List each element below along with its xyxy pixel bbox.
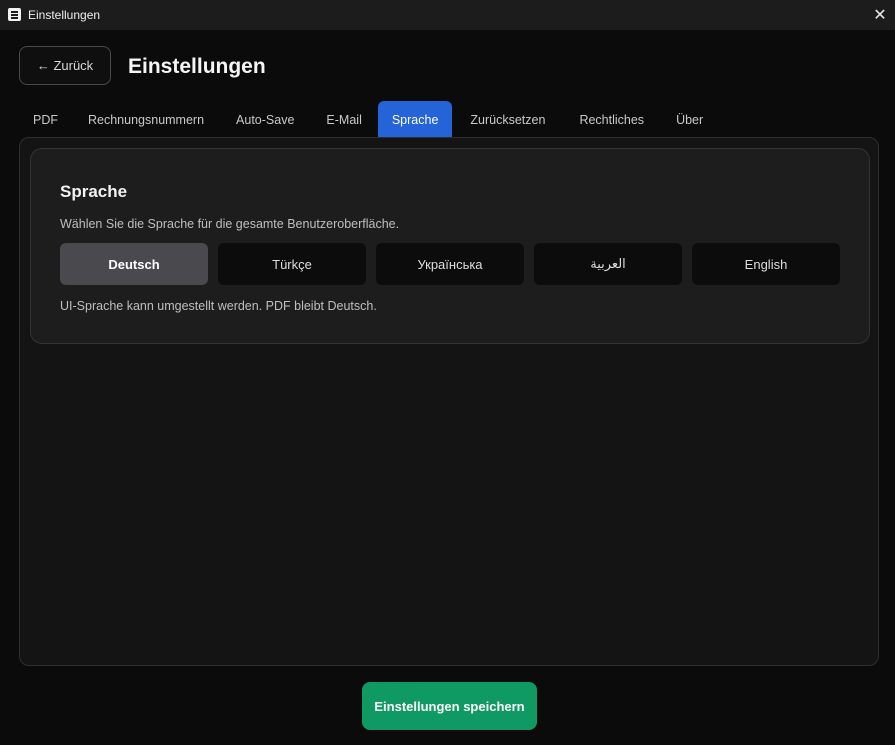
language-option-english[interactable]: English [692,243,840,285]
tab-sprache[interactable]: Sprache [377,101,453,138]
language-note: UI-Sprache kann umgestellt werden. PDF b… [60,299,377,313]
language-card: Sprache Wählen Sie die Sprache für die g… [30,148,870,344]
language-options: Deutsch Türkçe Українська العربية Englis… [60,243,840,285]
tab-pdf[interactable]: PDF [19,101,72,138]
settings-panel: Sprache Wählen Sie die Sprache für die g… [19,137,879,666]
tab-rechtliches[interactable]: Rechtliches [563,101,660,138]
language-option-tuerkce[interactable]: Türkçe [218,243,366,285]
app-document-icon [8,8,21,21]
language-option-ukrainian[interactable]: Українська [376,243,524,285]
back-button[interactable]: ← Zurück [19,46,111,85]
page-title: Einstellungen [128,55,266,78]
section-title: Sprache [60,182,128,201]
language-option-arabic[interactable]: العربية [534,243,682,285]
tab-ueber[interactable]: Über [660,101,719,138]
tab-auto-save[interactable]: Auto-Save [220,101,310,138]
section-description: Wählen Sie die Sprache für die gesamte B… [60,217,400,231]
window-titlebar: Einstellungen ✕ [0,0,895,30]
language-option-deutsch[interactable]: Deutsch [60,243,208,285]
tab-zuruecksetzen[interactable]: Zurücksetzen [452,101,563,138]
tab-rechnungsnummern[interactable]: Rechnungsnummern [72,101,220,138]
save-settings-button[interactable]: Einstellungen speichern [362,682,537,730]
settings-tabs: PDF Rechnungsnummern Auto-Save E-Mail Sp… [19,101,719,138]
window-title: Einstellungen [28,8,101,22]
close-icon[interactable]: ✕ [865,0,895,30]
tab-e-mail[interactable]: E-Mail [310,101,377,138]
